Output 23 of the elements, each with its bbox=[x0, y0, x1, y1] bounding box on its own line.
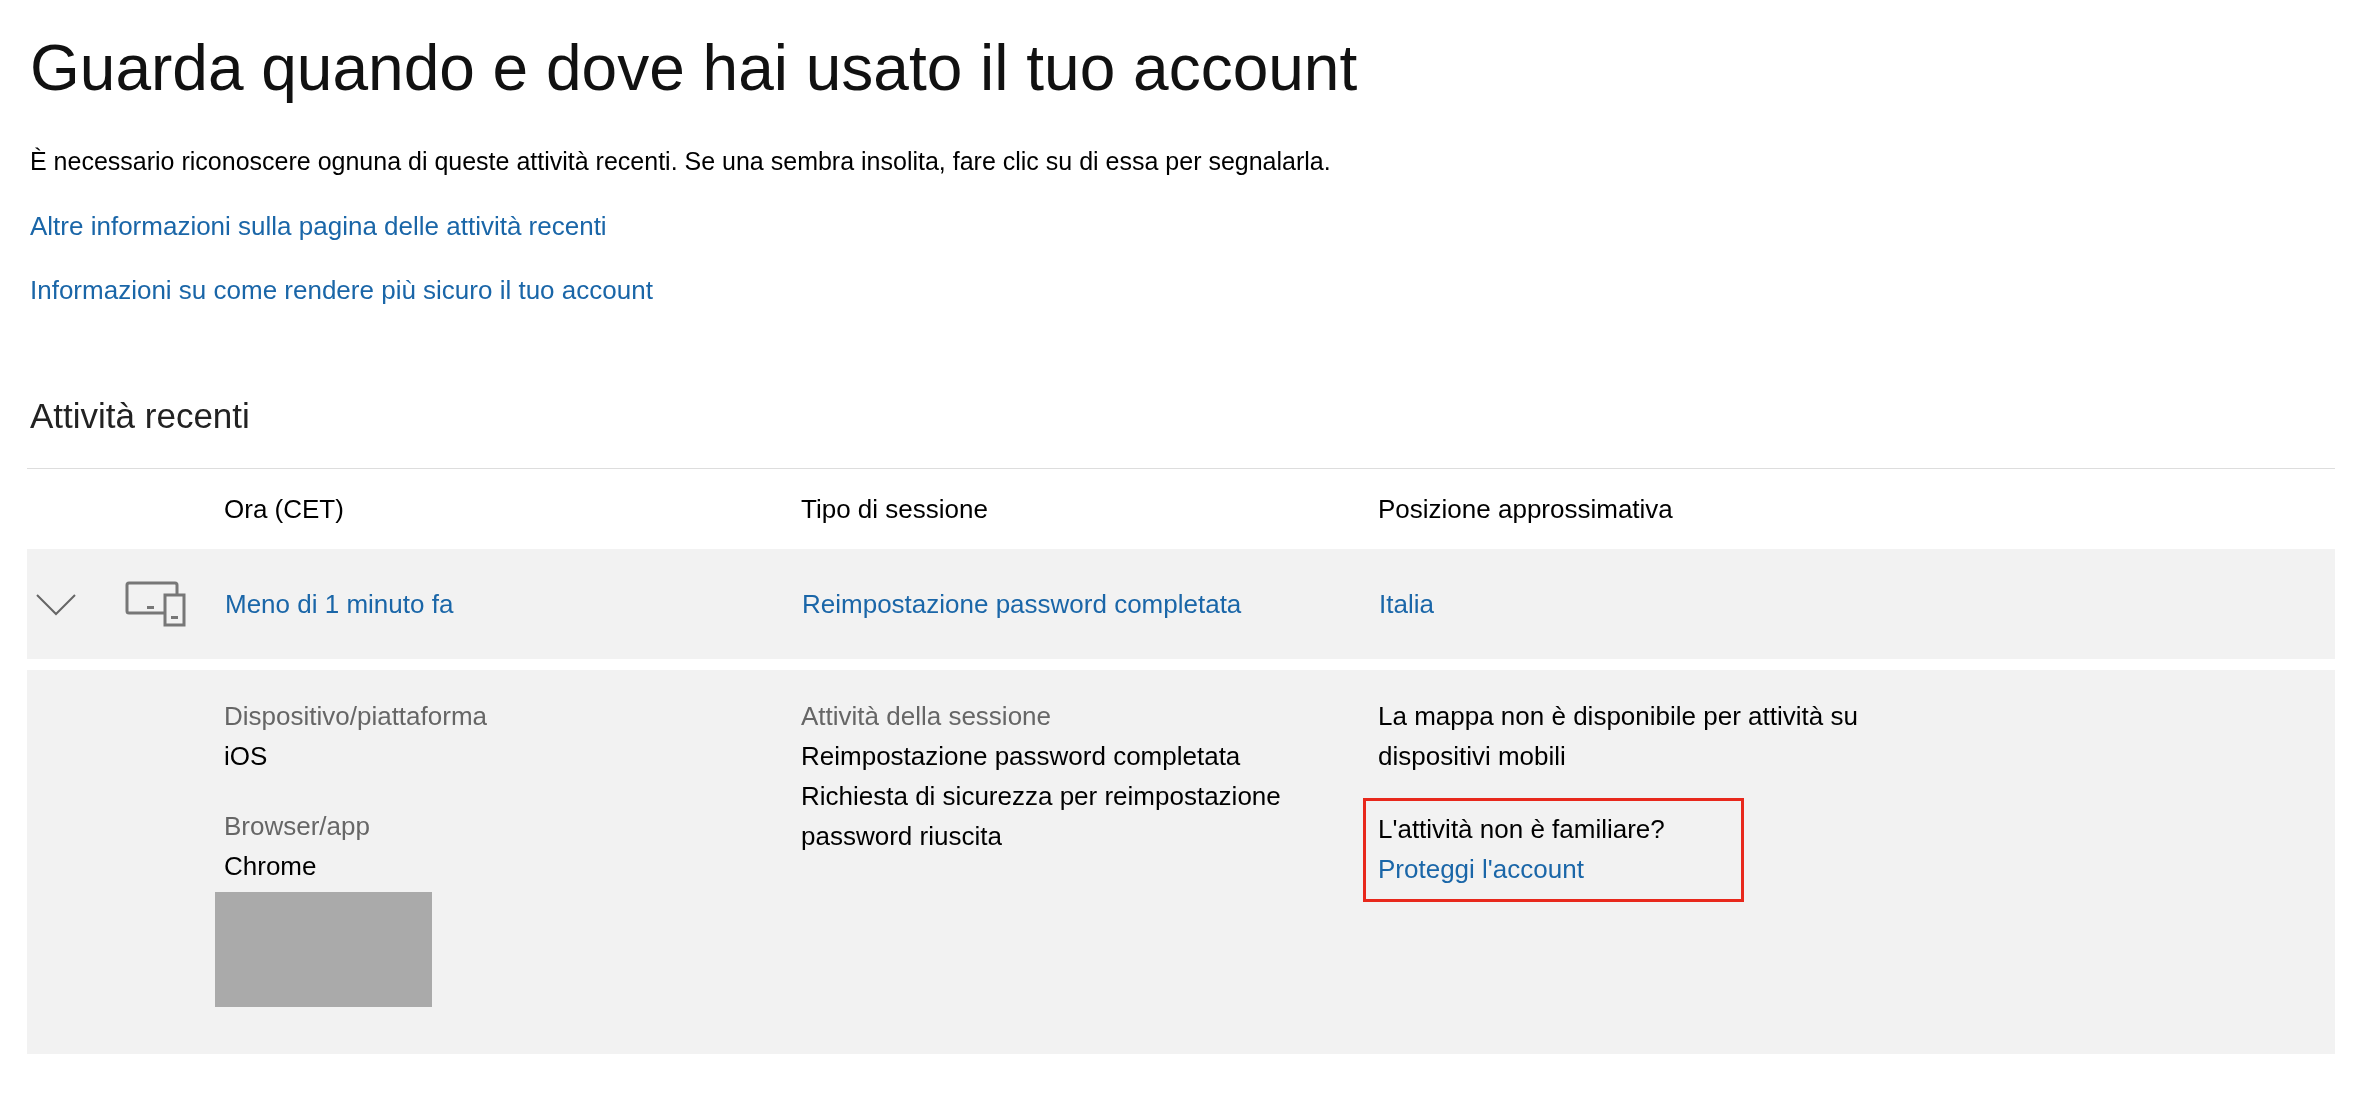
activity-item: Richiesta di sicurezza per reimpostazione password riuscita bbox=[801, 780, 1282, 853]
protect-account-link[interactable]: Proteggi l'account bbox=[1378, 849, 1584, 889]
activity-row[interactable]: Meno di 1 minuto fa Reimpostazione password completata Italia bbox=[27, 549, 2335, 659]
field-label: Browser/app bbox=[224, 810, 370, 843]
info-link[interactable]: Altre informazioni sulla pagina delle attività recenti bbox=[30, 208, 607, 244]
location-link[interactable]: Italia bbox=[1379, 588, 1434, 619]
devices-icon bbox=[125, 581, 186, 627]
column-header: Tipo di sessione bbox=[801, 493, 988, 524]
column-header: Ora (CET) bbox=[224, 493, 344, 524]
field-label: Dispositivo/piattaforma bbox=[224, 700, 487, 733]
section-title: Attività recenti bbox=[30, 395, 251, 437]
question-text: L'attività non è familiare? bbox=[1378, 813, 1665, 846]
field-label: Attività della sessione bbox=[801, 700, 1052, 733]
info-link[interactable]: Informazioni su come rendere più sicuro il tuo account bbox=[30, 272, 653, 308]
field-value: Chrome bbox=[224, 850, 317, 883]
activity-item: Reimpostazione password completata bbox=[801, 740, 1241, 773]
column-header: Posizione approssimativa bbox=[1378, 493, 1673, 524]
time-link[interactable]: Meno di 1 minuto fa bbox=[225, 588, 454, 619]
map-note: La mappa non è disponibile per attività su dispositivi mobili bbox=[1378, 700, 1859, 773]
intro-text: È necessario riconoscere ognuna di queste attività recenti. Se una sembra insolita, fare clic su di essa per segnalarla. bbox=[30, 146, 1332, 177]
page-title: Guarda quando e dove hai usato il tuo account bbox=[30, 31, 1359, 106]
field-value: iOS bbox=[224, 740, 268, 773]
session-type-link[interactable]: Reimpostazione password completata bbox=[802, 588, 1242, 619]
